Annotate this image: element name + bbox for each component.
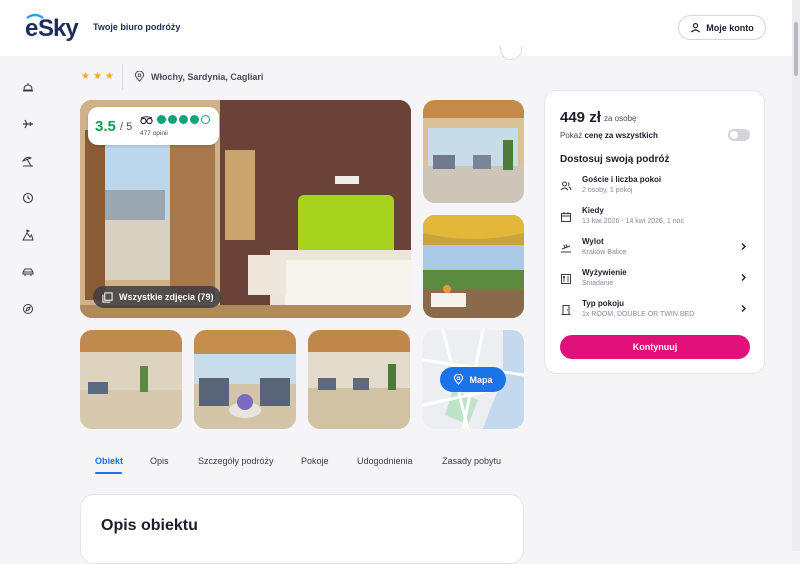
- review-count: 477 opinii: [140, 130, 168, 137]
- option-room-type[interactable]: Typ pokoju 1x ROOM, DOUBLE OR TWIN BED: [545, 299, 766, 329]
- section-tabs: Obiekt Opis Szczegóły podróży Pokoje Udo…: [80, 452, 524, 476]
- photo-thumbnail[interactable]: [80, 330, 182, 429]
- divider: [122, 64, 123, 90]
- chevron-right-icon: [741, 305, 746, 312]
- car-icon[interactable]: [17, 261, 39, 283]
- photo-thumbnail[interactable]: [194, 330, 296, 429]
- rating-bubble: [157, 115, 166, 124]
- rating-bubble: [190, 115, 199, 124]
- account-button[interactable]: Moje konto: [678, 15, 766, 40]
- tab-zasady[interactable]: Zasady pobytu: [442, 456, 501, 466]
- rating-bubble: [201, 115, 210, 124]
- map-label: Mapa: [469, 374, 493, 385]
- option-value: Kraków Balice: [582, 249, 627, 256]
- photo-thumbnail[interactable]: [423, 215, 524, 318]
- rating-score: 3.5: [95, 118, 116, 135]
- description-card: Opis obiektu: [80, 494, 524, 564]
- toggle-bold: cenę za wszystkich: [584, 131, 658, 140]
- price-toggle-label: Pokaż cenę za wszystkich: [560, 131, 658, 140]
- option-label: Wyżywienie: [582, 268, 627, 277]
- meal-icon: [561, 274, 571, 284]
- panel-title: Dostosuj swoją podróż: [560, 154, 670, 165]
- chevron-right-icon: [741, 243, 746, 250]
- option-guests[interactable]: Goście i liczba pokoi 2 osoby, 1 pokój: [545, 175, 766, 205]
- tab-opis[interactable]: Opis: [150, 456, 169, 466]
- door-icon: [561, 305, 571, 315]
- all-photos-label: Wszystkie zdjęcia (79): [119, 292, 214, 302]
- option-value: 2 osoby, 1 pokój: [582, 187, 633, 194]
- booking-panel: 449 zł za osobę Pokaż cenę za wszystkich…: [544, 90, 765, 374]
- map-button[interactable]: Mapa: [440, 367, 506, 392]
- option-value: 1x ROOM, DOUBLE OR TWIN BED: [582, 311, 695, 318]
- all-photos-button[interactable]: Wszystkie zdjęcia (79): [93, 286, 221, 308]
- account-label: Moje konto: [706, 22, 754, 33]
- rating-max: / 5: [120, 121, 133, 133]
- option-departure[interactable]: Wylot Kraków Balice: [545, 237, 766, 267]
- beach-umbrella-icon[interactable]: [17, 150, 39, 172]
- hotel-stars: ★★★: [81, 71, 117, 82]
- hotel-location[interactable]: Włochy, Sardynia, Cagliari: [134, 71, 263, 82]
- svg-text:e: e: [25, 15, 38, 42]
- option-value: 13 kwi 2026 - 14 kwi 2026, 1 noc: [582, 218, 684, 225]
- departure-icon: [561, 244, 571, 253]
- option-dates[interactable]: Kiedy 13 kwi 2026 - 14 kwi 2026, 1 noc: [545, 206, 766, 236]
- option-meals[interactable]: Wyżywienie Śniadanie: [545, 268, 766, 298]
- gallery-icon: [102, 291, 113, 303]
- guests-icon: [560, 181, 572, 191]
- option-label: Typ pokoju: [582, 299, 625, 308]
- option-label: Wylot: [582, 237, 604, 246]
- clock-icon[interactable]: [17, 187, 39, 209]
- plane-icon[interactable]: [17, 113, 39, 135]
- tab-pokoje[interactable]: Pokoje: [301, 456, 329, 466]
- option-label: Kiedy: [582, 206, 604, 215]
- price-toggle[interactable]: [728, 129, 750, 141]
- toggle-prefix: Pokaż: [560, 131, 585, 140]
- compass-icon[interactable]: [17, 298, 39, 320]
- calendar-icon: [561, 212, 571, 222]
- map-pin-icon: [454, 374, 464, 385]
- share-button[interactable]: [500, 46, 522, 60]
- rating-bubbles: [157, 115, 210, 124]
- photo-thumbnail[interactable]: [308, 330, 410, 429]
- user-icon: [691, 23, 701, 33]
- tagline: Twoje biuro podróży: [93, 22, 181, 32]
- site-header: e Sky Twoje biuro podróży Moje konto: [0, 0, 800, 56]
- price-unit: za osobę: [604, 114, 637, 123]
- tab-szczegoly[interactable]: Szczegóły podróży: [198, 456, 274, 466]
- chevron-right-icon: [741, 274, 746, 281]
- location-pin-icon: [134, 71, 145, 82]
- scrollbar-thumb[interactable]: [794, 22, 798, 76]
- hotel-bell-icon[interactable]: [17, 76, 39, 98]
- option-label: Goście i liczba pokoi: [582, 175, 662, 184]
- description-title: Opis obiektu: [101, 517, 198, 534]
- price: 449 zł: [560, 109, 601, 126]
- svg-text:Sky: Sky: [38, 15, 79, 42]
- esky-logo[interactable]: e Sky: [25, 12, 83, 42]
- rating-card[interactable]: 3.5 / 5 477 opinii: [88, 107, 219, 145]
- continue-button[interactable]: Kontynuuj: [560, 335, 750, 359]
- tripadvisor-icon: [140, 116, 153, 125]
- toggle-knob: [730, 131, 738, 139]
- rating-bubble: [179, 115, 188, 124]
- tab-udogodnienia[interactable]: Udogodnienia: [357, 456, 413, 466]
- tab-obiekt[interactable]: Obiekt: [95, 456, 123, 466]
- location-text: Włochy, Sardynia, Cagliari: [151, 71, 264, 82]
- rating-bubble: [168, 115, 177, 124]
- scrollbar-track[interactable]: [792, 0, 800, 551]
- mountain-flag-icon[interactable]: [17, 224, 39, 246]
- option-value: Śniadanie: [582, 280, 614, 287]
- active-tab-indicator: [95, 472, 122, 474]
- photo-thumbnail[interactable]: [423, 100, 524, 203]
